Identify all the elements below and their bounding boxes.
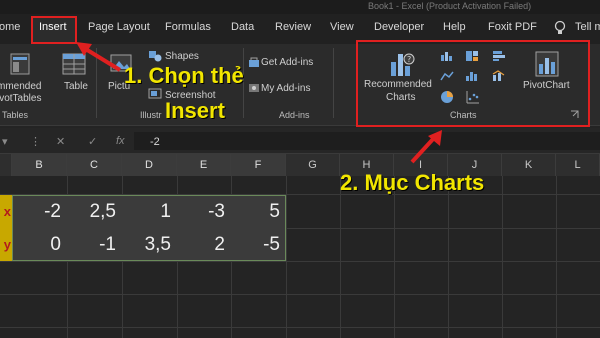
column-header[interactable]: L	[556, 154, 600, 176]
gridline	[0, 261, 600, 262]
shapes-icon[interactable]	[148, 50, 162, 62]
tab-help[interactable]: Help	[443, 21, 466, 33]
cell[interactable]: 1	[122, 195, 177, 228]
lightbulb-icon[interactable]	[553, 20, 567, 36]
recommended-pivottables-label-1[interactable]: mmended	[0, 81, 41, 92]
select-all-corner[interactable]	[0, 154, 12, 176]
row-caption-y: y	[0, 228, 12, 261]
cell[interactable]: 2	[177, 228, 231, 261]
column-header[interactable]: E	[177, 154, 231, 176]
cell[interactable]: -2	[12, 195, 67, 228]
charts-group-highlight	[356, 40, 590, 127]
enter-icon[interactable]: ✓	[88, 135, 97, 148]
cell[interactable]: -1	[67, 228, 122, 261]
more-options-icon[interactable]: ⋮	[30, 135, 41, 148]
store-icon[interactable]	[248, 56, 260, 68]
step1-annotation-line2: Insert	[165, 98, 225, 123]
tab-tell-me[interactable]: Tell m	[575, 21, 600, 33]
name-box-dropdown[interactable]: ▾	[2, 135, 8, 148]
column-header[interactable]: F	[231, 154, 286, 176]
fx-icon[interactable]: fx	[116, 135, 125, 147]
gridline	[448, 176, 449, 338]
my-addins-label[interactable]: My Add-ins	[261, 83, 310, 94]
tab-insert[interactable]: Insert	[39, 21, 67, 33]
gridline	[394, 176, 395, 338]
title-bar: Book1 - Excel (Product Activation Failed…	[0, 0, 600, 14]
gridline	[0, 294, 600, 295]
tab-page-layout[interactable]: Page Layout	[88, 21, 150, 33]
shapes-label[interactable]: Shapes	[165, 51, 199, 62]
addins-group-label: Add-ins	[279, 110, 310, 120]
step1-annotation-line1: 1. Chọn thẻ	[124, 63, 244, 88]
row-caption-x: x	[0, 195, 12, 228]
tab-developer[interactable]: Developer	[374, 21, 424, 33]
gridline	[502, 176, 503, 338]
gridline	[286, 176, 287, 338]
formula-input[interactable]: -2	[150, 136, 160, 148]
formula-input-box[interactable]	[134, 132, 600, 150]
tab-data[interactable]: Data	[231, 21, 254, 33]
gridline	[0, 327, 600, 328]
gridline	[556, 176, 557, 338]
get-addins-label[interactable]: Get Add-ins	[261, 57, 313, 68]
column-header[interactable]: C	[67, 154, 122, 176]
screenshot-icon[interactable]	[148, 88, 162, 100]
tab-review[interactable]: Review	[275, 21, 311, 33]
tab-view[interactable]: View	[330, 21, 354, 33]
cell[interactable]: 3,5	[122, 228, 177, 261]
cell[interactable]: 5	[231, 195, 286, 228]
column-header[interactable]: D	[122, 154, 177, 176]
tab-foxit-pdf[interactable]: Foxit PDF	[488, 21, 537, 33]
table-icon[interactable]	[62, 52, 86, 76]
recommended-pivottables-icon[interactable]	[10, 52, 32, 76]
formula-bar: ▾ ⋮ ✕ ✓ fx -2	[0, 128, 600, 154]
separator	[96, 48, 97, 118]
my-addins-icon[interactable]	[248, 82, 260, 94]
cancel-icon[interactable]: ✕	[56, 135, 65, 148]
table-label[interactable]: Table	[64, 81, 88, 92]
window-title: Book1 - Excel (Product Activation Failed…	[368, 1, 532, 11]
separator	[333, 48, 334, 118]
column-header[interactable]: B	[12, 154, 67, 176]
tab-formulas[interactable]: Formulas	[165, 21, 211, 33]
tables-group-label: Tables	[2, 110, 29, 120]
step2-annotation: 2. Mục Charts	[340, 170, 485, 195]
column-header[interactable]: K	[502, 154, 556, 176]
gridline	[340, 176, 341, 338]
recommended-pivottables-label-2[interactable]: ivotTables	[0, 93, 41, 104]
cell[interactable]: -3	[177, 195, 231, 228]
worksheet[interactable]: B C D E F G H I J K L x y -2 2,5 1 -3 5 …	[0, 154, 600, 338]
column-header[interactable]: G	[286, 154, 340, 176]
illustrations-group-label: Illustr	[140, 110, 162, 120]
cell[interactable]: 0	[12, 228, 67, 261]
excel-window: Book1 - Excel (Product Activation Failed…	[0, 0, 600, 338]
tab-home[interactable]: ome	[0, 21, 20, 33]
cell[interactable]: 2,5	[67, 195, 122, 228]
cell[interactable]: -5	[231, 228, 286, 261]
